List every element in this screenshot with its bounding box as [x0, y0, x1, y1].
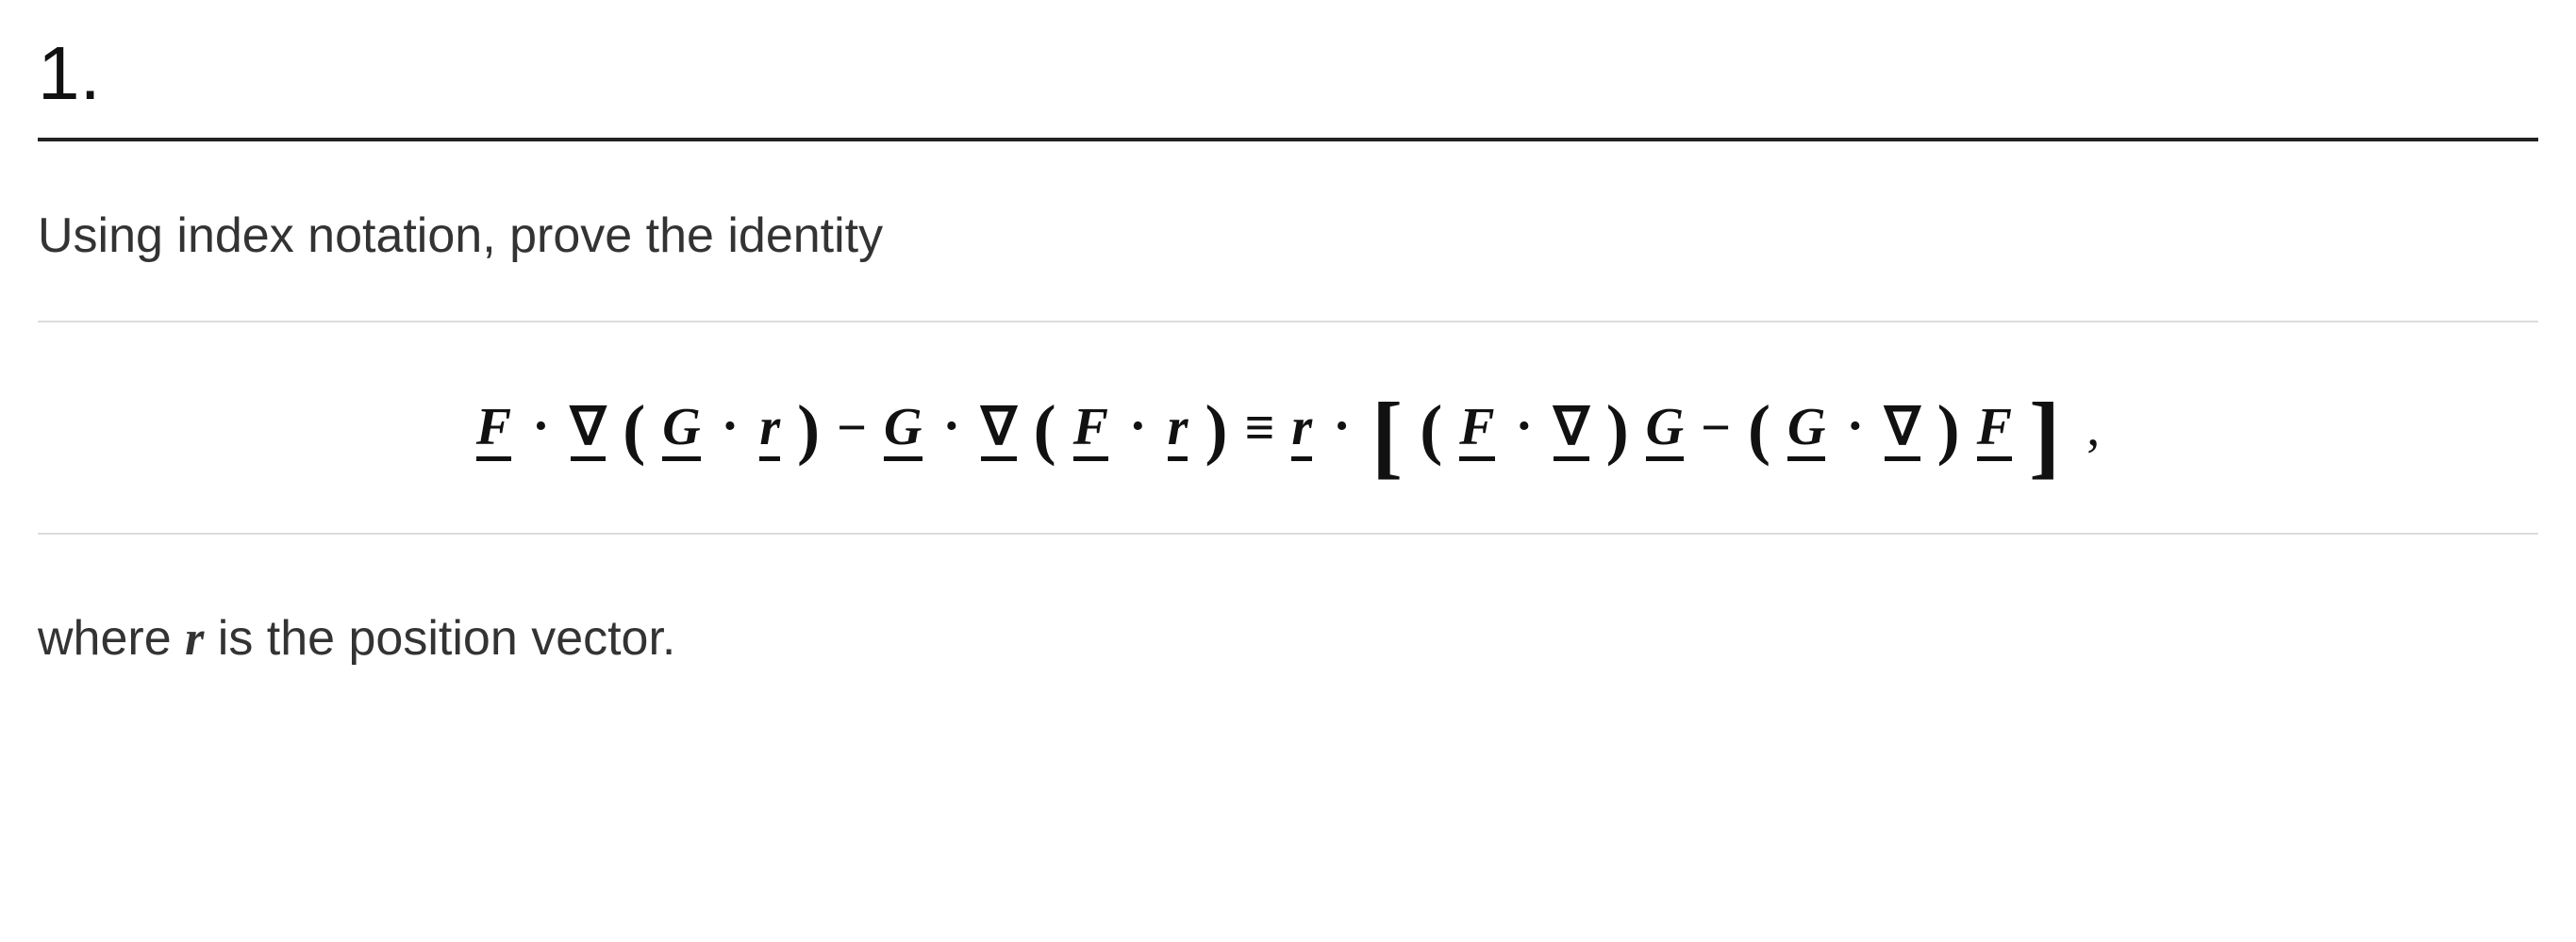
- dot-operator: ·: [1329, 396, 1354, 456]
- vector-r: r: [759, 397, 780, 459]
- dot-operator: ·: [1512, 396, 1537, 456]
- close-paren: ): [1937, 390, 1960, 469]
- comma: ,: [2086, 398, 2100, 458]
- problem-trailer: where r is the position vector.: [38, 610, 2538, 667]
- dot-operator: ·: [528, 396, 554, 456]
- vector-F: F: [476, 397, 511, 459]
- dot-operator: ·: [1842, 396, 1868, 456]
- vector-G: G: [1646, 397, 1684, 459]
- open-paren: (: [1420, 390, 1442, 469]
- dot-operator: ·: [1125, 396, 1151, 456]
- vector-r: r: [1291, 397, 1312, 459]
- open-paren: (: [1748, 390, 1770, 469]
- dot-operator: ·: [718, 396, 743, 456]
- open-paren: (: [1034, 390, 1056, 469]
- page: 1. Using index notation, prove the ident…: [0, 0, 2576, 942]
- nabla: ∇: [981, 396, 1016, 459]
- trailer-pre: where: [38, 611, 185, 666]
- minus: −: [837, 398, 867, 458]
- nabla: ∇: [571, 396, 606, 459]
- problem-number: 1.: [38, 36, 2538, 111]
- nabla: ∇: [1885, 396, 1920, 459]
- trailer-post: is the position vector.: [204, 611, 675, 666]
- vector-r: r: [1168, 397, 1188, 459]
- dot-operator: ·: [939, 396, 965, 456]
- equation-block: F · ∇ ( G · r ) − G · ∇ ( F · r ) ≡ r · …: [38, 321, 2538, 535]
- equation: F · ∇ ( G · r ) − G · ∇ ( F · r ) ≡ r · …: [476, 388, 2101, 467]
- vector-G: G: [662, 397, 700, 459]
- nabla: ∇: [1554, 396, 1588, 459]
- vector-F: F: [1073, 397, 1108, 459]
- vector-F: F: [1459, 397, 1494, 459]
- vector-r-inline: r: [185, 612, 204, 666]
- close-paren: ): [1606, 390, 1629, 469]
- vector-G: G: [1787, 397, 1825, 459]
- problem-prompt: Using index notation, prove the identity: [38, 207, 2538, 264]
- vector-F: F: [1977, 397, 2012, 459]
- close-paren: ): [1205, 390, 1227, 469]
- equiv: ≡: [1244, 398, 1274, 458]
- open-paren: (: [623, 390, 645, 469]
- minus: −: [1701, 398, 1731, 458]
- vector-G: G: [884, 397, 922, 459]
- heading-rule: [38, 138, 2538, 141]
- close-paren: ): [797, 390, 820, 469]
